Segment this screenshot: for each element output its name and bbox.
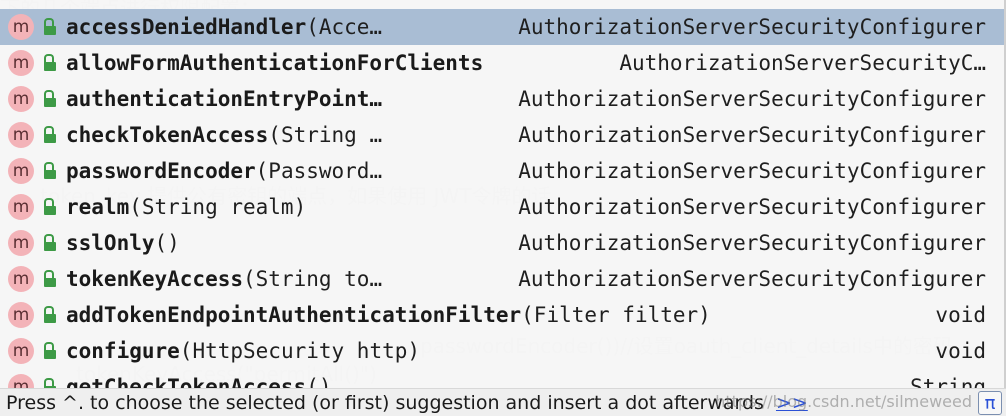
completion-item[interactable]: m passwordEncoder (Password… AuthorizationS… (0, 153, 1004, 189)
completion-item-type: AuthorizationServerSecurityConfigurer (518, 231, 986, 255)
completion-item-type: AuthorizationServerSecurityConfigurer (518, 87, 986, 111)
completion-item-params: () (306, 375, 332, 388)
public-lock-icon (42, 233, 56, 253)
method-icon: m (8, 230, 34, 256)
watermark: https://blog.csdn.net/silmeweed (715, 392, 972, 411)
completion-item-params: (HttpSecurity http) (179, 339, 421, 363)
pi-icon[interactable]: π (978, 391, 1002, 415)
public-lock-icon (42, 197, 56, 217)
completion-item-name: accessDeniedHandler (66, 15, 307, 39)
method-icon: m (8, 338, 34, 364)
completion-item[interactable]: m sslOnly() AuthorizationServerSecurityCon… (0, 225, 1004, 261)
completion-item-params: (String to… (243, 267, 383, 291)
method-icon: m (8, 266, 34, 292)
completion-item-name: tokenKeyAccess (66, 267, 244, 291)
completion-item[interactable]: m tokenKeyAccess (String to… AuthorizationS… (0, 261, 1004, 297)
completion-item-params: (String realm) (129, 195, 307, 219)
completion-item-name: passwordEncoder (66, 159, 256, 183)
method-icon: m (8, 122, 34, 148)
public-lock-icon (42, 305, 56, 325)
completion-item-type: AuthorizationServerSecurityConfigurer (518, 123, 986, 147)
public-lock-icon (42, 89, 56, 109)
completion-item-name: getCheckTokenAccess (66, 375, 307, 388)
completion-item-name: checkTokenAccess (66, 123, 269, 147)
method-icon: m (8, 194, 34, 220)
completion-item-name: addTokenEndpointAuthenticationFilter (66, 303, 522, 327)
completion-item[interactable]: m allowFormAuthenticationForClients Author… (0, 45, 1004, 81)
public-lock-icon (42, 17, 56, 37)
method-icon: m (8, 50, 34, 76)
completion-item[interactable]: m getCheckTokenAccess() String (0, 369, 1004, 388)
completion-item-type: AuthorizationServerSecurityC… (619, 51, 986, 75)
completion-item-params: (Password… (255, 159, 383, 183)
method-icon: m (8, 302, 34, 328)
completion-item[interactable]: m configure (HttpSecurity http) void (0, 333, 1004, 369)
method-icon: m (8, 86, 34, 112)
completion-item[interactable]: m realm (String realm) AuthorizationServerS… (0, 189, 1004, 225)
public-lock-icon (42, 125, 56, 145)
method-icon: m (8, 158, 34, 184)
public-lock-icon (42, 269, 56, 289)
method-icon: m (8, 374, 34, 388)
method-icon: m (8, 14, 34, 40)
completion-item-type: AuthorizationServerSecurityConfigurer (518, 15, 986, 39)
completion-item-type: void (935, 303, 986, 327)
completion-item-type: void (935, 339, 986, 363)
completion-item-type: AuthorizationServerSecurityConfigurer (518, 159, 986, 183)
completion-item-params: () (154, 231, 180, 255)
completion-item-name: sslOnly (66, 231, 155, 255)
completion-item-name: configure (66, 339, 180, 363)
completion-item-type: AuthorizationServerSecurityConfigurer (518, 267, 986, 291)
completion-item-type: String (910, 375, 986, 388)
completion-item[interactable]: m addTokenEndpointAuthenticationFilter (Fi… (0, 297, 1004, 333)
completion-item[interactable]: m checkTokenAccess (String … AuthorizationS… (0, 117, 1004, 153)
completion-item-params: (Acce… (306, 15, 383, 39)
completion-item-params: (String … (268, 123, 383, 147)
completion-item-name: authenticationEntryPoint… (66, 87, 383, 111)
completion-hint: Press ^. to choose the selected (or firs… (6, 391, 764, 414)
public-lock-icon (42, 341, 56, 361)
completion-item-name: realm (66, 195, 130, 219)
public-lock-icon (42, 377, 56, 388)
completion-item-name: allowFormAuthenticationForClients (66, 51, 484, 75)
completion-item[interactable]: m authenticationEntryPoint… AuthorizationS… (0, 81, 1004, 117)
status-bar: Press ^. to choose the selected (or firs… (0, 388, 1006, 416)
public-lock-icon (42, 53, 56, 73)
completion-popup[interactable]: m accessDeniedHandler (Acce… AuthorizationS… (0, 0, 1006, 388)
completion-item[interactable]: m accessDeniedHandler (Acce… AuthorizationS… (0, 9, 1004, 45)
completion-item-params: (Filter filter) (521, 303, 711, 327)
public-lock-icon (42, 161, 56, 181)
completion-item-type: AuthorizationServerSecurityConfigurer (518, 195, 986, 219)
